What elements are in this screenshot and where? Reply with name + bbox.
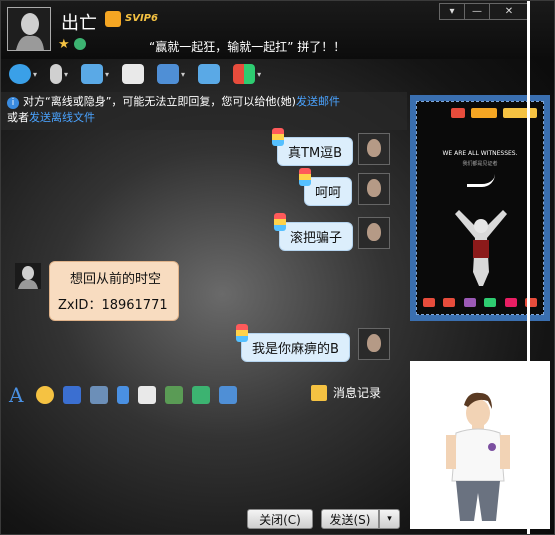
magic-emoji-icon[interactable] [63,386,81,404]
chat-window: 出亡 SVIP6 ★ “赢就一起狂，输就一起扛” 拼了！！ ▾ — ✕ ▾ ▾ … [0,0,555,535]
message-text: 呵呵 [315,186,342,201]
ad-badge-icon [503,108,537,118]
incoming-message: 想回从前的时空 ZxID：18961771 [49,261,179,321]
music-icon[interactable] [192,386,210,404]
my-avatar[interactable] [358,133,390,165]
apps-icon [233,64,256,84]
ad-badge-icon [451,108,465,118]
message-text: 真TM逗B [288,146,343,161]
chevron-down-icon[interactable]: ▾ [105,70,109,79]
message-area[interactable]: 真TM逗B 呵呵 滚把骗子 想回从前的时空 ZxID：18961771 我是你麻… [1,128,401,381]
message-text: ZxID：18961771 [58,298,168,313]
video-call-button[interactable]: ▾ [9,64,37,84]
message-text: 滚把骗子 [290,231,343,246]
status-icons: ★ [58,37,98,53]
qzone-icon[interactable] [74,38,86,50]
outgoing-message: 我是你麻痹的B [236,324,350,362]
screenshot-icon[interactable] [219,386,237,404]
send-button[interactable]: 发送(S) [321,509,379,529]
voice-call-button[interactable]: ▾ [50,64,68,84]
outgoing-message: 真TM逗B [272,128,354,166]
svip-label: SVIP6 [125,13,158,24]
star-icon[interactable]: ★ [58,37,70,52]
bubble-decoration-icon [272,128,284,146]
font-icon[interactable]: A [9,383,27,407]
message-history-button[interactable]: 消息记录 [311,384,381,401]
voice-call-icon [50,64,63,84]
ad-subtitle: 我们都是见证者 [462,161,498,167]
ad-footer [423,298,537,308]
send-offline-file-link[interactable]: 发送离线文件 [29,111,95,124]
notice-text-2: 或者 [7,111,29,124]
chevron-down-icon[interactable]: ▾ [257,70,261,79]
file-transfer-icon [81,64,104,84]
my-avatar[interactable] [358,217,390,249]
share-screen-button[interactable] [198,64,221,84]
title-bar: 出亡 SVIP6 ★ “赢就一起狂，输就一起扛” 拼了！！ ▾ — ✕ [1,1,554,59]
ad-item-icon [484,298,497,307]
remote-desktop-button[interactable]: ▾ [157,64,185,84]
doodle-icon[interactable] [138,386,156,404]
share-screen-icon [198,64,221,84]
outgoing-message: 滚把骗子 [274,213,354,251]
history-label: 消息记录 [333,386,382,400]
message-text: 想回从前的时空 [70,272,162,287]
chevron-down-icon[interactable]: ▾ [64,70,68,79]
window-divider [527,1,530,534]
ad-item-icon [443,298,456,307]
svip-badge[interactable]: SVIP6 [105,11,158,29]
window-shake-icon[interactable] [90,386,108,404]
chevron-down-icon[interactable]: ▾ [33,70,37,79]
send-image-icon[interactable] [165,386,183,404]
ad-title: WE ARE ALL WITNESSES. [442,150,518,157]
player-silhouette-icon [455,210,507,286]
create-discussion-icon [122,64,145,84]
my-avatar[interactable] [358,173,390,205]
ad-item-icon [463,298,476,307]
contact-signature: “赢就一起狂，输就一起扛” 拼了！！ [149,40,346,54]
voice-message-icon[interactable] [117,386,129,404]
avatar-image [8,8,50,50]
menu-button[interactable]: ▾ [439,3,465,20]
close-window-button[interactable]: ✕ [489,3,529,20]
bubble-decoration-icon [274,213,286,231]
window-controls: ▾ — ✕ [439,3,529,20]
file-transfer-button[interactable]: ▾ [81,64,109,84]
my-avatar[interactable] [358,328,390,360]
remote-desktop-icon [157,64,180,84]
ad-item-icon [504,298,517,307]
contact-avatar-icon [15,263,41,289]
bubble-decoration-icon [236,324,248,342]
main-toolbar: ▾ ▾ ▾ ▾ ▾ [1,59,309,89]
contact-avatar[interactable] [7,7,51,51]
swoosh-logo-icon [467,174,495,187]
video-call-icon [9,64,31,84]
contact-chat-avatar[interactable] [15,263,41,289]
chevron-down-icon[interactable]: ▾ [181,70,185,79]
create-discussion-button[interactable] [122,64,145,84]
info-icon: i [7,97,19,109]
close-button[interactable]: 关闭(C) [247,509,313,529]
send-email-link[interactable]: 发送邮件 [296,95,340,108]
crown-icon [105,11,121,27]
notice-text-1: 对方“离线或隐身”，可能无法立即回复，您可以给他(她) [23,95,296,108]
bubble-decoration-icon [299,168,311,186]
send-options-button[interactable]: ▾ [379,509,400,529]
ad-image: WE ARE ALL WITNESSES. 我们都是见证者 [416,101,544,315]
offline-notice: i 对方“离线或隐身”，可能无法立即回复，您可以给他(她)发送邮件 或者发送离线文… [1,92,407,130]
apps-button[interactable]: ▾ [233,64,261,84]
ad-item-icon [423,298,435,307]
minimize-button[interactable]: — [464,3,490,20]
contact-nickname: 出亡 [61,13,97,34]
emoji-icon[interactable] [36,386,54,404]
message-text: 我是你麻痹的B [252,342,339,357]
ad-badge-icon [471,108,497,118]
outgoing-message: 呵呵 [299,168,353,206]
history-icon [311,384,327,401]
